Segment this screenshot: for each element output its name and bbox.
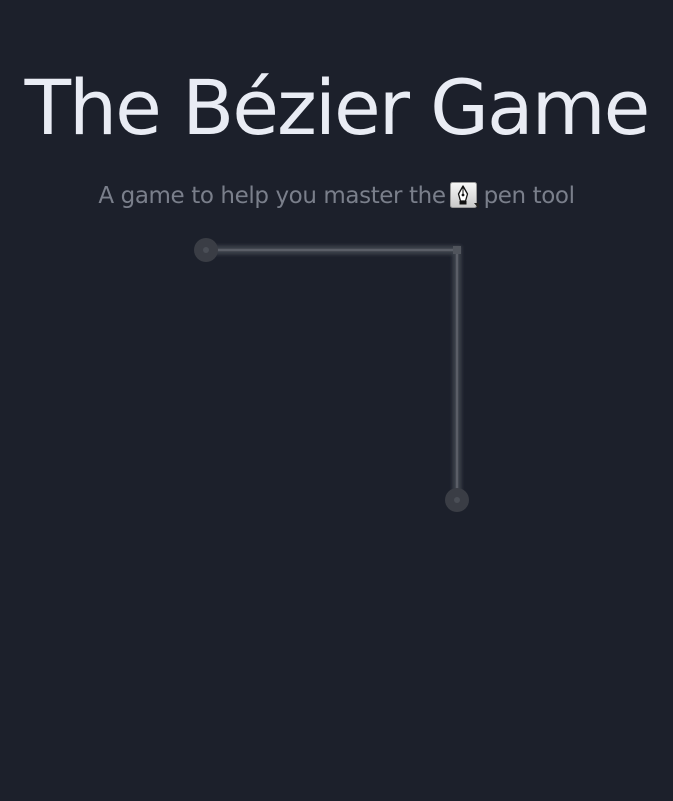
target-path-stroke [206, 248, 459, 500]
end-anchor-center [454, 497, 460, 503]
start-anchor-center [203, 247, 209, 253]
target-path [206, 245, 462, 500]
drawing-board[interactable] [0, 0, 673, 801]
target-path-glow [206, 245, 462, 500]
corner-anchor-point[interactable] [453, 246, 461, 254]
